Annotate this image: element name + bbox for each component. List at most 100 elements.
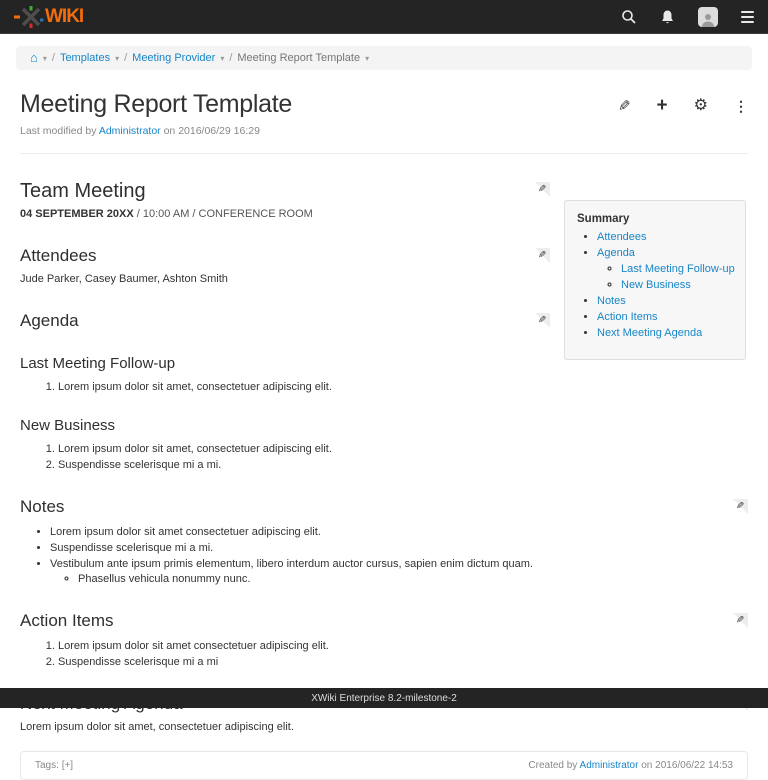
- page-actions: ✎ + ⚙ ⋮: [618, 90, 748, 115]
- add-tag-button[interactable]: [+]: [62, 760, 73, 771]
- meeting-time-location: / 10:00 AM / CONFERENCE ROOM: [134, 208, 313, 220]
- created-line: Created by Administrator on 2016/06/22 1…: [528, 760, 733, 771]
- pencil-icon: ✎: [618, 97, 631, 115]
- more-actions-button[interactable]: ⋮: [734, 99, 748, 113]
- chevron-down-icon[interactable]: ▾: [43, 54, 47, 63]
- created-suffix: on 2016/06/22 14:53: [641, 760, 733, 771]
- breadcrumb-item-meeting-provider[interactable]: Meeting Provider: [132, 52, 215, 64]
- toc-link-attendees[interactable]: Attendees: [597, 231, 647, 243]
- toc-link-last-meeting-follow-up[interactable]: Last Meeting Follow-up: [621, 263, 735, 275]
- kebab-menu-icon: ⋮: [734, 99, 748, 113]
- edit-button: ✎: [618, 97, 631, 115]
- summary-toc-sublist: Last Meeting Follow-up New Business: [597, 263, 737, 291]
- list-item: Agenda Last Meeting Follow-up New Busine…: [597, 247, 737, 291]
- navbar-actions: [621, 7, 754, 27]
- plus-icon: +: [657, 96, 668, 115]
- heading-agenda: ✎ Agenda: [20, 311, 550, 331]
- last-modified-line: Last modified by Administrator on 2016/0…: [20, 125, 748, 137]
- breadcrumb-separator: /: [52, 52, 55, 64]
- list-item: Suspendisse scelerisque mi a mi: [58, 656, 748, 668]
- notifications-bell-icon[interactable]: [660, 9, 675, 25]
- page-header: Meeting Report Template ✎ + ⚙ ⋮: [20, 90, 748, 119]
- list-item: Lorem ipsum dolor sit amet, consectetuer…: [58, 381, 748, 393]
- document-info-bar: Tags: [+] Created by Administrator on 20…: [20, 751, 748, 780]
- summary-toc-list: Attendees Agenda Last Meeting Follow-up …: [577, 231, 737, 339]
- hamburger-menu-icon[interactable]: [741, 11, 754, 23]
- heading-attendees: ✎ Attendees: [20, 246, 550, 266]
- version-footer: XWiki Enterprise 8.2-milestone-2: [0, 688, 768, 708]
- list-item: Lorem ipsum dolor sit amet consectetuer …: [50, 526, 748, 538]
- list-item: Phasellus vehicula nonummy nunc.: [78, 573, 748, 585]
- section-edit-button[interactable]: ✎: [535, 248, 550, 263]
- pencil-icon: ✎: [538, 313, 546, 328]
- avatar-person-icon: [698, 7, 718, 27]
- breadcrumb: ⌂ ▾ / Templates ▾ / Meeting Provider ▾ /…: [16, 46, 752, 70]
- breadcrumb-item-templates[interactable]: Templates: [60, 52, 110, 64]
- summary-title: Summary: [577, 213, 737, 225]
- toc-link-notes[interactable]: Notes: [597, 295, 626, 307]
- admin-gear-button[interactable]: ⚙: [694, 98, 708, 114]
- pencil-icon: ✎: [736, 499, 744, 514]
- xwiki-logo-text: WIKI: [45, 7, 83, 26]
- list-item: New Business: [621, 279, 737, 291]
- breadcrumb-separator: /: [229, 52, 232, 64]
- gear-icon: ⚙: [694, 98, 708, 114]
- create-button[interactable]: +: [657, 96, 668, 115]
- heading-action-items: ✎ Action Items: [20, 611, 748, 631]
- modified-prefix: Last modified by: [20, 125, 96, 137]
- page-title: Meeting Report Template: [20, 90, 292, 119]
- list-item: Lorem ipsum dolor sit amet consectetuer …: [58, 640, 748, 652]
- list-item: Action Items: [597, 311, 737, 323]
- section-edit-button[interactable]: ✎: [535, 313, 550, 328]
- notes-sublist: Phasellus vehicula nonummy nunc.: [50, 573, 748, 585]
- toc-link-action-items[interactable]: Action Items: [597, 311, 658, 323]
- section-edit-button[interactable]: ✎: [733, 613, 748, 628]
- modified-suffix: on 2016/06/29 16:29: [164, 125, 260, 137]
- list-item: Notes: [597, 295, 737, 307]
- list-item: Lorem ipsum dolor sit amet, consectetuer…: [58, 443, 748, 455]
- pencil-icon: ✎: [736, 613, 744, 628]
- notes-list: Lorem ipsum dolor sit amet consectetuer …: [20, 526, 748, 585]
- chevron-down-icon[interactable]: ▾: [115, 54, 119, 63]
- meeting-date: 04 SEPTEMBER 20XX: [20, 208, 134, 220]
- search-icon[interactable]: [621, 9, 637, 25]
- pencil-icon: ✎: [538, 248, 546, 263]
- new-business-list: Lorem ipsum dolor sit amet, consectetuer…: [20, 443, 748, 471]
- top-navbar: WIKI: [0, 0, 768, 34]
- heading-new-business: New Business: [20, 417, 748, 434]
- pencil-icon: ✎: [538, 182, 546, 197]
- section-edit-button[interactable]: ✎: [535, 182, 550, 197]
- action-items-list: Lorem ipsum dolor sit amet consectetuer …: [20, 640, 748, 668]
- xwiki-logo-x-icon: [14, 5, 44, 29]
- tags-label: Tags:: [35, 760, 59, 771]
- heading-team-meeting: ✎ Team Meeting: [20, 180, 550, 203]
- breadcrumb-separator: /: [124, 52, 127, 64]
- summary-panel: Summary Attendees Agenda Last Meeting Fo…: [564, 200, 746, 360]
- created-user-link[interactable]: Administrator: [580, 760, 639, 771]
- heading-notes: ✎ Notes: [20, 497, 748, 517]
- last-meeting-list: Lorem ipsum dolor sit amet, consectetuer…: [20, 381, 748, 393]
- toc-link-agenda[interactable]: Agenda: [597, 247, 635, 259]
- breadcrumb-item-current: Meeting Report Template: [237, 52, 360, 64]
- toc-link-new-business[interactable]: New Business: [621, 279, 691, 291]
- list-item: Next Meeting Agenda: [597, 327, 737, 339]
- next-meeting-text: Lorem ipsum dolor sit amet, consectetuer…: [20, 721, 748, 733]
- header-divider: [20, 153, 748, 154]
- chevron-down-icon[interactable]: ▾: [220, 54, 224, 63]
- home-icon: ⌂: [30, 50, 38, 65]
- tags-area: Tags: [+]: [35, 760, 73, 771]
- chevron-down-icon[interactable]: ▾: [365, 54, 369, 63]
- list-item: Suspendisse scelerisque mi a mi.: [58, 459, 748, 471]
- xwiki-logo[interactable]: WIKI: [14, 5, 83, 29]
- list-item: Last Meeting Follow-up: [621, 263, 737, 275]
- section-edit-button[interactable]: ✎: [733, 499, 748, 514]
- created-prefix: Created by: [528, 760, 577, 771]
- user-avatar[interactable]: [698, 7, 718, 27]
- document-content: Summary Attendees Agenda Last Meeting Fo…: [20, 180, 748, 733]
- heading-last-meeting-follow-up: Last Meeting Follow-up: [20, 355, 550, 372]
- breadcrumb-home-link[interactable]: ⌂: [30, 51, 38, 65]
- modified-user-link[interactable]: Administrator: [99, 125, 161, 137]
- list-item: Vestibulum ante ipsum primis elementum, …: [50, 558, 748, 585]
- list-item: Attendees: [597, 231, 737, 243]
- toc-link-next-meeting-agenda[interactable]: Next Meeting Agenda: [597, 327, 702, 339]
